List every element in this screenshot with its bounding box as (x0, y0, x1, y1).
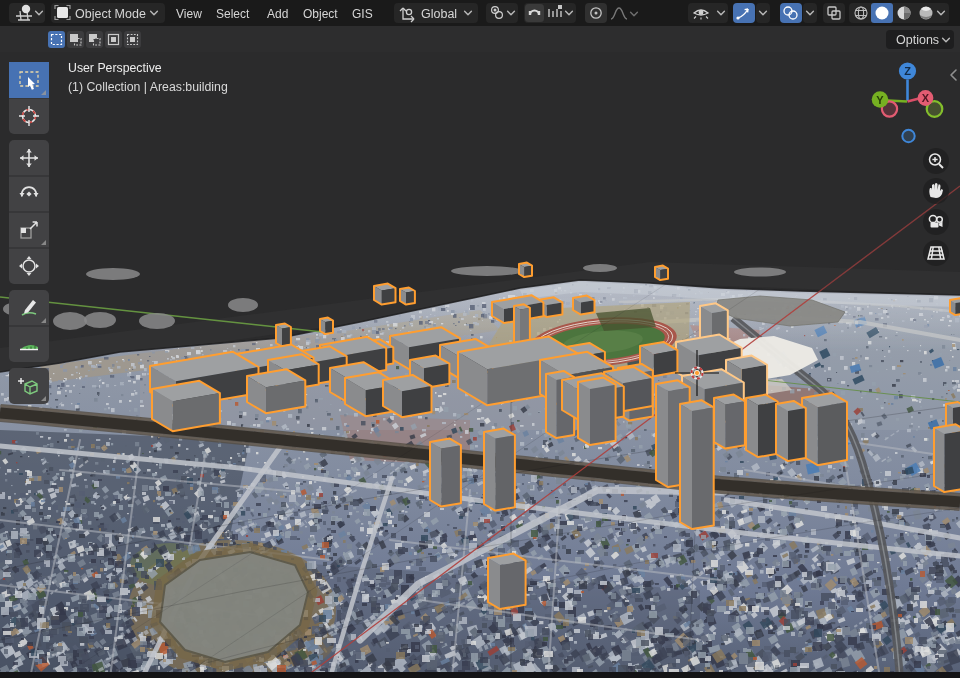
svg-text:Y: Y (876, 94, 884, 106)
svg-text:X: X (922, 92, 930, 104)
svg-text:View: View (176, 7, 202, 21)
svg-text:Select: Select (216, 7, 250, 21)
svg-text:User Perspective: User Perspective (68, 61, 162, 75)
svg-text:Global: Global (421, 7, 457, 21)
svg-text:Z: Z (904, 65, 911, 77)
svg-text:Add: Add (267, 7, 288, 21)
svg-text:(1) Collection | Areas:buildin: (1) Collection | Areas:building (68, 80, 228, 94)
svg-text:GIS: GIS (352, 7, 373, 21)
svg-text:Options: Options (896, 33, 939, 47)
svg-text:Object Mode: Object Mode (75, 7, 146, 21)
svg-text:Object: Object (303, 7, 338, 21)
